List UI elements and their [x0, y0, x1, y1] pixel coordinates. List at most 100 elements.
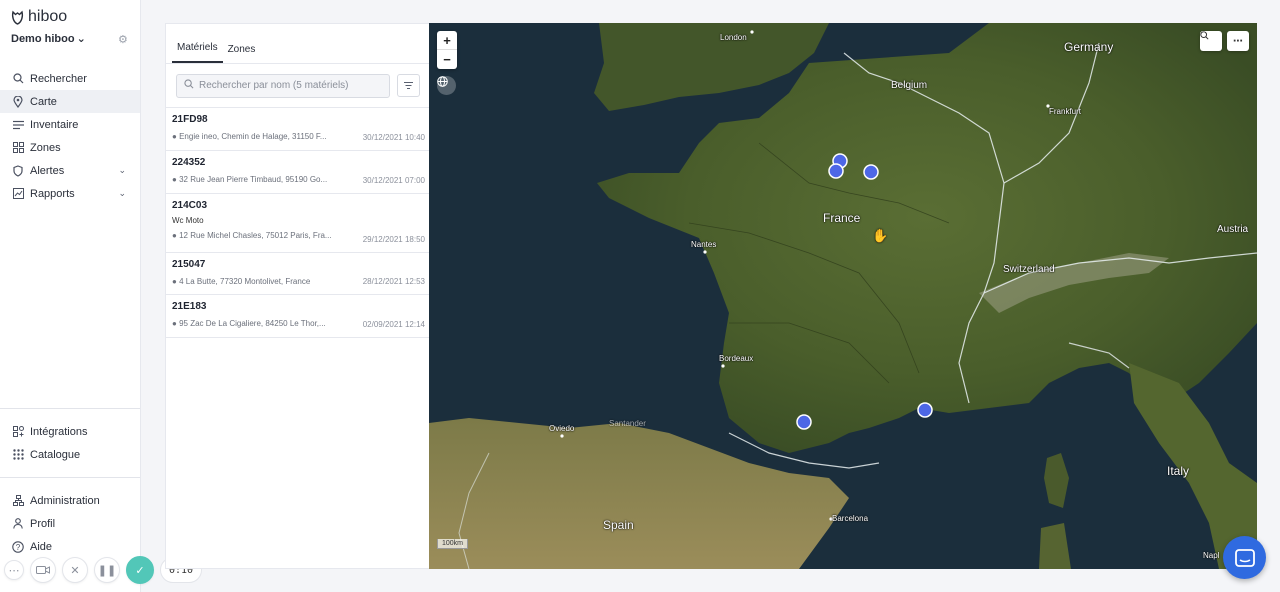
nav-item-zones[interactable]: Zones: [0, 136, 140, 159]
map-label-oviedo: Oviedo: [549, 424, 575, 433]
asset-name: 215047: [172, 259, 206, 270]
map-background: [429, 23, 1257, 569]
filter-button[interactable]: [397, 74, 420, 97]
sidebar: hiboo Demo hiboo ⌄ ⚙ Rechercher Carte In…: [0, 0, 141, 592]
asset-date: 29/12/2021 18:50: [362, 235, 425, 244]
pin-icon: ●: [172, 132, 177, 141]
nav-label: Rechercher: [30, 72, 87, 85]
asset-marker: [796, 414, 812, 430]
org-name: Demo hiboo: [11, 32, 75, 45]
tab-materiels[interactable]: Matériels: [172, 42, 223, 63]
map-label-austria: Austria: [1217, 224, 1249, 235]
asset-date: 30/12/2021 10:40: [362, 133, 425, 142]
user-icon: [12, 518, 24, 530]
nav-item-carte[interactable]: Carte: [0, 90, 140, 113]
nav-item-catalogue[interactable]: Catalogue: [0, 443, 140, 466]
search-input[interactable]: Rechercher par nom (5 matériels): [176, 73, 390, 98]
catalog-icon: [12, 449, 24, 461]
zoom-out-button[interactable]: −: [437, 50, 457, 69]
map[interactable]: Germany Belgium France Switzerland Austr…: [429, 23, 1257, 569]
asset-address-text: 95 Zac De La Cigaliere, 84250 Le Thor,..…: [179, 319, 326, 328]
list-icon: [12, 119, 24, 131]
pin-icon: ●: [172, 175, 177, 184]
zoom-in-button[interactable]: +: [437, 31, 457, 50]
map-label-belgium: Belgium: [891, 80, 928, 91]
nav-label: Administration: [30, 494, 100, 507]
chevron-down-icon: ⌄: [76, 33, 86, 45]
nav-item-aide[interactable]: ? Aide: [0, 535, 140, 558]
asset-address: ● 4 La Butte, 77320 Montolivet, France: [172, 277, 347, 286]
close-icon[interactable]: ✕: [62, 557, 88, 583]
asset-marker: [863, 164, 879, 180]
more-icon: ⋯: [1233, 35, 1243, 47]
list-item[interactable]: 21E183 ● 95 Zac De La Cigaliere, 84250 L…: [166, 295, 429, 338]
map-pin-icon: [12, 95, 24, 108]
integrations-icon: [12, 426, 24, 438]
tertiary-nav: Administration Profil ? Aide: [0, 489, 140, 558]
globe-icon[interactable]: [437, 76, 456, 95]
nav-item-administration[interactable]: Administration: [0, 489, 140, 512]
asset-address: ● 95 Zac De La Cigaliere, 84250 Le Thor,…: [172, 319, 347, 328]
map-label-bordeaux: Bordeaux: [719, 354, 754, 363]
more-icon[interactable]: ⋯: [4, 560, 24, 580]
nav-label: Carte: [30, 95, 57, 108]
gear-icon[interactable]: ⚙: [118, 33, 128, 46]
tab-zones[interactable]: Zones: [223, 44, 261, 63]
hiboo-logo-icon: [11, 10, 24, 25]
asset-address: ● Engie ineo, Chemin de Halage, 31150 F.…: [172, 132, 347, 141]
pin-icon: ●: [172, 231, 177, 240]
asset-address: ● 32 Rue Jean Pierre Timbaud, 95190 Go..…: [172, 175, 347, 184]
camera-icon[interactable]: [30, 557, 56, 583]
list-item[interactable]: 215047 ● 4 La Butte, 77320 Montolivet, F…: [166, 253, 429, 295]
asset-tags: Wc Moto: [172, 216, 204, 225]
nav-label: Catalogue: [30, 448, 81, 461]
svg-text:?: ?: [16, 542, 21, 551]
asset-address-text: 32 Rue Jean Pierre Timbaud, 95190 Go...: [179, 175, 328, 184]
map-label-italy: Italy: [1167, 464, 1190, 478]
list-item[interactable]: 21FD98 ● Engie ineo, Chemin de Halage, 3…: [166, 108, 429, 151]
map-label-switzerland: Switzerland: [1003, 264, 1055, 275]
secondary-nav: Intégrations Catalogue: [0, 420, 140, 466]
nav-item-alertes[interactable]: Alertes ⌄: [0, 159, 140, 182]
map-label-santander: Santander: [609, 419, 646, 428]
chat-icon: [1234, 548, 1255, 567]
asset-date: 30/12/2021 07:00: [362, 176, 425, 185]
nav-item-rapports[interactable]: Rapports ⌄: [0, 182, 140, 205]
asset-address-text: 12 Rue Michel Chasles, 75012 Paris, Fra.…: [179, 231, 332, 240]
nav-item-integrations[interactable]: Intégrations: [0, 420, 140, 443]
list-item[interactable]: 214C03 Wc Moto ● 12 Rue Michel Chasles, …: [166, 194, 429, 253]
org-icon: [12, 495, 24, 507]
filter-icon: [404, 82, 413, 89]
org-switcher[interactable]: Demo hiboo ⌄: [11, 32, 86, 46]
pause-icon[interactable]: ❚❚: [94, 557, 120, 583]
asset-address: ● 12 Rue Michel Chasles, 75012 Paris, Fr…: [172, 231, 347, 240]
map-label-nantes: Nantes: [691, 240, 717, 249]
logo[interactable]: hiboo: [11, 8, 67, 26]
list-item[interactable]: 224352 ● 32 Rue Jean Pierre Timbaud, 951…: [166, 151, 429, 194]
nav-label: Rapports: [30, 187, 75, 200]
nav-item-profil[interactable]: Profil: [0, 512, 140, 535]
chevron-down-icon: ⌄: [118, 165, 126, 175]
asset-address-text: 4 La Butte, 77320 Montolivet, France: [179, 277, 311, 286]
nav-item-inventaire[interactable]: Inventaire: [0, 113, 140, 136]
search-icon: [1200, 31, 1209, 40]
nav-label: Alertes: [30, 164, 65, 177]
chat-launcher-button[interactable]: [1223, 536, 1266, 579]
asset-marker: [917, 402, 933, 418]
map-more-button[interactable]: ⋯: [1227, 31, 1249, 51]
asset-date: 02/09/2021 12:14: [362, 320, 425, 329]
divider: [0, 408, 140, 409]
map-search-button[interactable]: [1200, 31, 1222, 51]
divider: [0, 477, 140, 478]
check-icon[interactable]: ✓: [126, 556, 154, 584]
chart-icon: [12, 188, 24, 200]
nav-label: Zones: [30, 141, 61, 154]
map-label-france: France: [823, 211, 861, 225]
nav-item-rechercher[interactable]: Rechercher: [0, 67, 140, 90]
search-placeholder: Rechercher par nom (5 matériels): [199, 80, 349, 91]
grid-icon: [12, 142, 24, 154]
map-label-germany: Germany: [1064, 40, 1114, 54]
asset-name: 214C03: [172, 200, 208, 211]
help-icon: ?: [12, 540, 24, 553]
map-label-napl: Napl: [1203, 551, 1220, 560]
